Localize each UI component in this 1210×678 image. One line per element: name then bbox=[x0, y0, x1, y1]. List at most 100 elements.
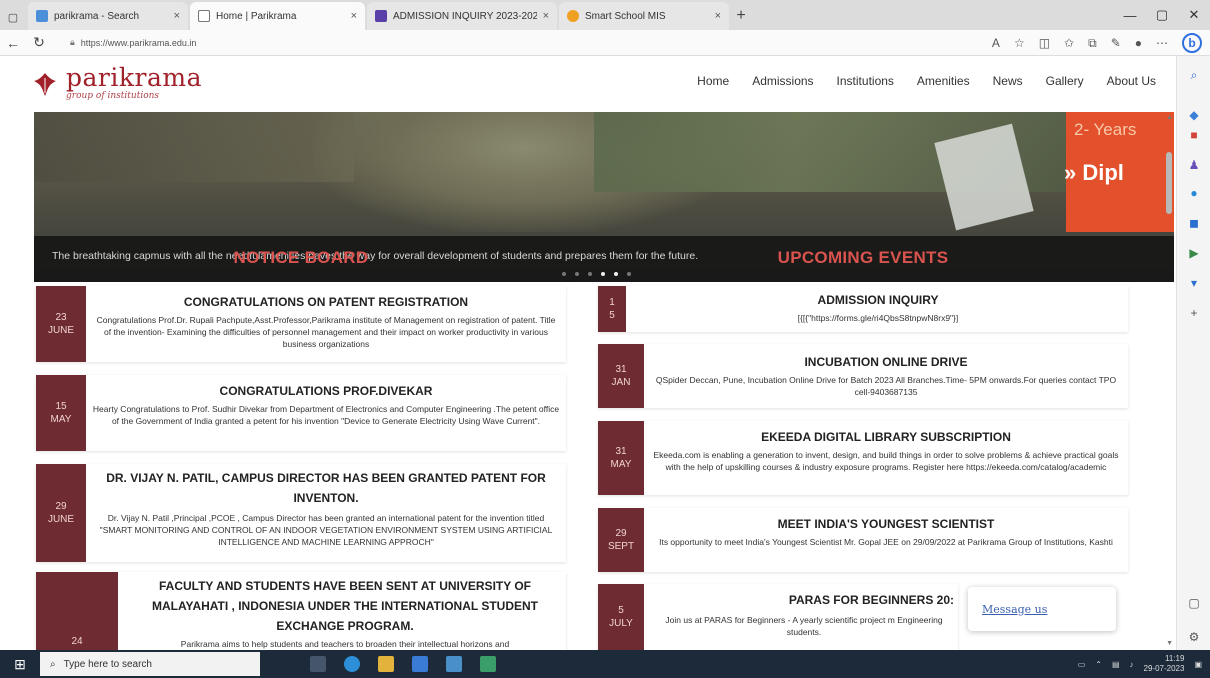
close-tab-icon[interactable]: × bbox=[543, 10, 549, 22]
date-day: 31 bbox=[615, 446, 627, 457]
tray-chevron-icon[interactable]: ⌃ bbox=[1095, 660, 1102, 669]
event-card[interactable]: 5 JULY PARAS FOR BEGINNERS 20: Join us a… bbox=[598, 584, 958, 650]
notice-title[interactable]: DR. VIJAY N. PATIL, CAMPUS DIRECTOR HAS … bbox=[92, 468, 560, 508]
taskbar-search[interactable]: ⌕ Type here to search bbox=[40, 652, 260, 676]
app-icon[interactable] bbox=[480, 656, 496, 672]
network-icon[interactable]: ▤ bbox=[1112, 660, 1120, 669]
school-favicon-icon bbox=[567, 10, 579, 22]
designer-icon[interactable]: ▾ bbox=[1186, 276, 1202, 290]
favorite-star-icon[interactable]: ☆ bbox=[1014, 36, 1025, 50]
carousel-dot[interactable] bbox=[575, 272, 579, 276]
date-day: 15 bbox=[55, 401, 67, 412]
tab-admission-inquiry[interactable]: ADMISSION INQUIRY 2023-2024 × bbox=[367, 2, 557, 30]
nav-gallery[interactable]: Gallery bbox=[1046, 74, 1084, 88]
back-icon[interactable]: ← bbox=[0, 35, 26, 51]
more-menu-icon[interactable]: ⋯ bbox=[1156, 36, 1168, 50]
logo-emblem-icon bbox=[34, 72, 56, 96]
settings-icon[interactable]: ⚙ bbox=[1186, 630, 1202, 644]
minimize-icon[interactable]: — bbox=[1114, 0, 1146, 30]
profile-icon[interactable]: ● bbox=[1135, 36, 1142, 50]
shopping-icon[interactable]: ◆ bbox=[1186, 108, 1202, 122]
start-icon[interactable]: ⊞ bbox=[0, 656, 40, 673]
collections-icon[interactable]: ⧉ bbox=[1088, 36, 1097, 51]
close-tab-icon[interactable]: × bbox=[715, 10, 721, 22]
keyboard-icon[interactable]: ▭ bbox=[1078, 660, 1086, 669]
event-card[interactable]: 29 SEPT MEET INDIA'S YOUNGEST SCIENTIST … bbox=[598, 508, 1128, 572]
scroll-down-icon[interactable]: ▼ bbox=[1166, 640, 1173, 647]
date-day: 23 bbox=[55, 312, 67, 323]
clock[interactable]: 11:19 29-07-2023 bbox=[1144, 654, 1185, 674]
notice-title[interactable]: CONGRATULATIONS ON PATENT REGISTRATION bbox=[92, 292, 560, 312]
store-icon[interactable] bbox=[412, 656, 428, 672]
office-icon[interactable]: ● bbox=[1186, 186, 1202, 200]
close-tab-icon[interactable]: × bbox=[174, 10, 180, 22]
lock-icon[interactable]: 🔒︎ bbox=[70, 37, 75, 48]
event-card[interactable]: 1 5 ADMISSION INQUIRY [{[{"https://forms… bbox=[598, 286, 1128, 332]
add-icon[interactable]: + bbox=[1186, 306, 1202, 320]
split-view-icon[interactable]: ▢ bbox=[1186, 596, 1202, 610]
carousel-dot-active[interactable] bbox=[601, 272, 605, 276]
split-screen-icon[interactable]: ◫ bbox=[1039, 36, 1050, 50]
close-window-icon[interactable]: ✕ bbox=[1178, 0, 1210, 30]
page-scrollbar[interactable] bbox=[1166, 152, 1172, 214]
nav-about-us[interactable]: About Us bbox=[1107, 74, 1156, 88]
mail-icon[interactable] bbox=[446, 656, 462, 672]
notice-card[interactable]: 15 MAY CONGRATULATIONS PROF.DIVEKAR Hear… bbox=[36, 375, 566, 451]
nav-amenities[interactable]: Amenities bbox=[917, 74, 970, 88]
tab-smart-school[interactable]: Smart School MIS × bbox=[559, 2, 729, 30]
carousel-dot[interactable] bbox=[627, 272, 631, 276]
event-title[interactable]: EKEEDA DIGITAL LIBRARY SUBSCRIPTION bbox=[650, 427, 1122, 447]
carousel-dot[interactable] bbox=[614, 272, 618, 276]
notice-title[interactable]: FACULTY AND STUDENTS HAVE BEEN SENT AT U… bbox=[130, 576, 560, 636]
notice-card[interactable]: 23 JUNE CONGRATULATIONS ON PATENT REGIST… bbox=[36, 286, 566, 362]
event-desc: [{[{"https://forms.gle/ri4QbsS8tnpwN8rx9… bbox=[797, 313, 959, 323]
close-tab-icon[interactable]: × bbox=[351, 10, 357, 22]
drop-icon[interactable]: ▶ bbox=[1186, 246, 1202, 260]
notice-card[interactable]: 24 FACULTY AND STUDENTS HAVE BEEN SENT A… bbox=[36, 572, 566, 650]
games-icon[interactable]: ♟ bbox=[1186, 158, 1202, 172]
nav-institutions[interactable]: Institutions bbox=[837, 74, 894, 88]
date-day: 29 bbox=[615, 528, 627, 539]
tab-home-parikrama[interactable]: Home | Parikrama × bbox=[190, 2, 365, 30]
search-icon[interactable]: ⌕ bbox=[1186, 68, 1202, 82]
notifications-icon[interactable]: ▣ bbox=[1194, 660, 1202, 669]
nav-home[interactable]: Home bbox=[697, 74, 729, 88]
file-explorer-icon[interactable] bbox=[378, 656, 394, 672]
site-logo[interactable]: parikrama group of institutions bbox=[30, 65, 202, 101]
windows-taskbar: ⊞ ⌕ Type here to search ▭ ⌃ ▤ ♪ 11:19 29… bbox=[0, 650, 1210, 678]
outlook-icon[interactable]: ◼ bbox=[1186, 216, 1202, 230]
event-title[interactable]: PARAS FOR BEGINNERS 20: bbox=[650, 590, 958, 610]
tools-icon[interactable]: ■ bbox=[1186, 128, 1202, 142]
event-title[interactable]: INCUBATION ONLINE DRIVE bbox=[650, 352, 1122, 372]
carousel-dot[interactable] bbox=[562, 272, 566, 276]
notice-card[interactable]: 29 JUNE DR. VIJAY N. PATIL, CAMPUS DIREC… bbox=[36, 464, 566, 562]
event-card[interactable]: 31 MAY EKEEDA DIGITAL LIBRARY SUBSCRIPTI… bbox=[598, 421, 1128, 495]
nav-admissions[interactable]: Admissions bbox=[752, 74, 813, 88]
event-title[interactable]: MEET INDIA'S YOUNGEST SCIENTIST bbox=[650, 514, 1122, 534]
carousel-dot[interactable] bbox=[588, 272, 592, 276]
nav-news[interactable]: News bbox=[993, 74, 1023, 88]
date-day: 5 bbox=[618, 605, 624, 616]
message-us-widget[interactable]: Message us bbox=[968, 587, 1116, 631]
notice-desc: Dr. Vijay N. Patil ,Principal ,PCOE , Ca… bbox=[99, 513, 553, 547]
notice-title[interactable]: CONGRATULATIONS PROF.DIVEKAR bbox=[92, 381, 560, 401]
url-field[interactable]: 🔒︎ https://www.parikrama.edu.in bbox=[70, 37, 196, 48]
message-us-link[interactable]: Message us bbox=[982, 603, 1047, 616]
date-badge: 1 5 bbox=[598, 286, 626, 332]
new-tab-button[interactable]: + bbox=[729, 2, 753, 30]
copilot-icon[interactable]: b bbox=[1182, 33, 1202, 53]
tab-actions-icon[interactable]: ▢ bbox=[0, 4, 26, 30]
maximize-icon[interactable]: ▢ bbox=[1146, 0, 1178, 30]
tab-search[interactable]: parikrama - Search × bbox=[28, 2, 188, 30]
task-view-icon[interactable] bbox=[310, 656, 326, 672]
edge-icon[interactable] bbox=[344, 656, 360, 672]
date-badge: 29 SEPT bbox=[598, 508, 644, 572]
event-card[interactable]: 31 JAN INCUBATION ONLINE DRIVE QSpider D… bbox=[598, 344, 1128, 408]
event-title[interactable]: ADMISSION INQUIRY bbox=[634, 290, 1122, 310]
volume-icon[interactable]: ♪ bbox=[1130, 660, 1134, 669]
scroll-up-icon[interactable]: ▲ bbox=[1166, 114, 1173, 121]
refresh-icon[interactable]: ↻ bbox=[26, 34, 52, 51]
favorites-icon[interactable]: ✩ bbox=[1064, 36, 1074, 50]
extensions-icon[interactable]: ✎ bbox=[1111, 36, 1121, 50]
read-aloud-icon[interactable]: A bbox=[992, 36, 1000, 50]
